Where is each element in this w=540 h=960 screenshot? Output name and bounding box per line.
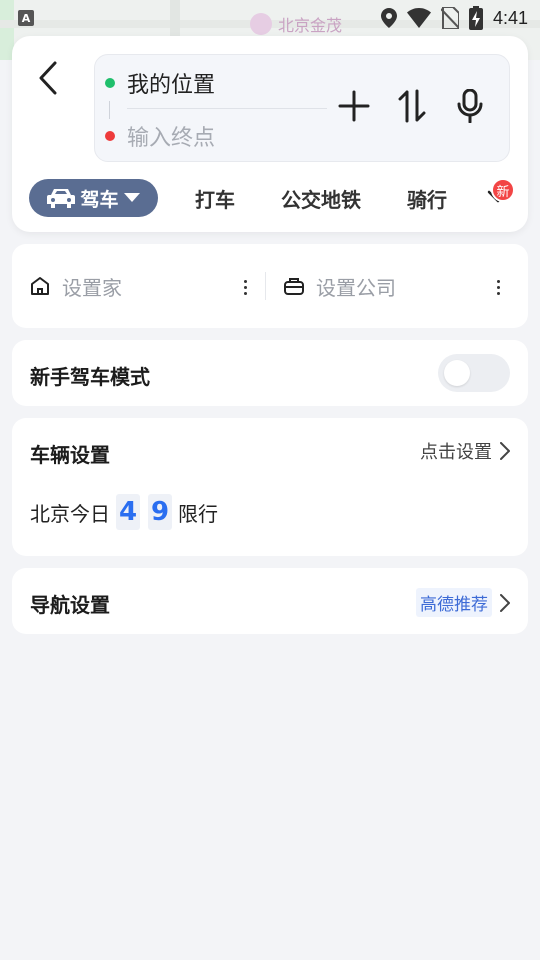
status-time: 4:41 [492, 7, 528, 28]
swap-button[interactable] [395, 89, 429, 123]
input-divider [127, 108, 327, 109]
voice-input-button[interactable] [453, 89, 487, 123]
status-bar: A 4:41 [0, 0, 540, 36]
more-modes-button[interactable]: 新 [485, 178, 515, 210]
set-company-button[interactable]: 设置公司 [284, 244, 396, 328]
home-more-icon[interactable] [244, 280, 247, 295]
briefcase-icon [284, 278, 304, 295]
chevron-right-icon [500, 593, 510, 612]
novice-mode-label: 新手驾车模式 [30, 365, 150, 389]
home-icon [31, 277, 49, 295]
car-icon [47, 189, 76, 208]
tab-taxi[interactable]: 打车 [195, 184, 235, 213]
tab-bike[interactable]: 骑行 [407, 184, 447, 213]
vehicle-settings-title: 车辆设置 [30, 443, 110, 467]
end-dot [105, 131, 115, 141]
navigation-settings-link[interactable]: 高德推荐 [416, 588, 510, 617]
divider [265, 272, 266, 300]
novice-mode-card: 新手驾车模式 [12, 340, 528, 406]
navigation-settings-title: 导航设置 [30, 593, 110, 617]
new-badge: 新 [491, 178, 515, 202]
back-button[interactable] [34, 60, 62, 96]
tab-drive-label: 驾车 [80, 188, 119, 211]
route-input-box: 我的位置 输入终点 [94, 54, 510, 162]
traffic-restriction: 北京今日 4 9 限行 [30, 494, 218, 530]
restriction-suffix: 限行 [178, 501, 218, 526]
start-input[interactable]: 我的位置 [105, 63, 215, 103]
wifi-icon [406, 8, 431, 28]
tab-drive[interactable]: 驾车 [29, 179, 158, 217]
novice-mode-toggle[interactable] [438, 354, 510, 392]
company-more-icon[interactable] [497, 280, 500, 295]
start-text: 我的位置 [127, 73, 216, 98]
end-input[interactable]: 输入终点 [105, 117, 215, 155]
no-sim-icon [440, 7, 459, 29]
add-waypoint-button[interactable] [337, 89, 371, 123]
swap-icon [398, 89, 426, 123]
set-home-button[interactable]: 设置家 [30, 244, 122, 328]
battery-charging-icon [468, 6, 483, 30]
vehicle-settings-card: 车辆设置 点击设置 北京今日 4 9 限行 [12, 418, 528, 556]
travel-mode-tabs: 驾车 打车 公交地铁 骑行 新 [29, 178, 519, 218]
navigation-settings-card[interactable]: 导航设置 高德推荐 [12, 568, 528, 634]
restriction-prefix: 北京今日 [30, 501, 110, 526]
restriction-number: 9 [148, 494, 172, 530]
add-waypoint-icon [338, 90, 370, 122]
set-home-label: 设置家 [62, 275, 122, 300]
chevron-down-icon [123, 193, 140, 202]
tab-transit[interactable]: 公交地铁 [281, 184, 361, 213]
recommended-tag: 高德推荐 [416, 588, 492, 617]
toggle-knob [444, 360, 470, 386]
restriction-number: 4 [116, 494, 140, 530]
start-dot [105, 78, 115, 88]
microphone-icon [457, 89, 483, 123]
a-notification-icon: A [18, 10, 34, 26]
shortcut-card: 设置家 设置公司 [12, 244, 528, 328]
location-icon [380, 8, 397, 28]
chevron-right-icon [500, 442, 510, 460]
end-placeholder: 输入终点 [127, 126, 216, 151]
back-arrow-icon [39, 61, 57, 95]
route-search-card: 我的位置 输入终点 驾车 打车 公交地铁 骑行 新 [12, 36, 528, 232]
vehicle-settings-link[interactable]: 点击设置 [420, 438, 510, 464]
set-company-label: 设置公司 [316, 275, 396, 300]
vehicle-settings-link-label: 点击设置 [420, 442, 492, 463]
